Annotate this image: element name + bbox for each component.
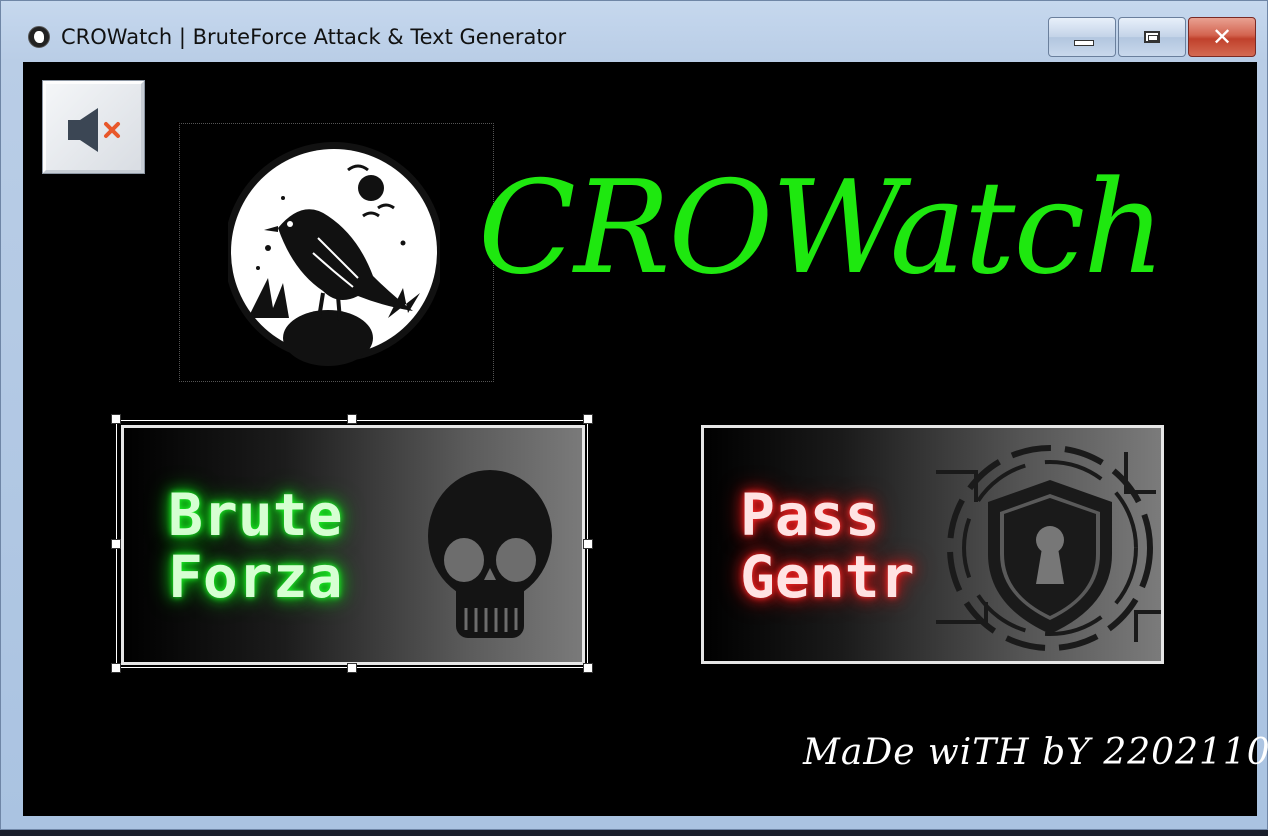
skull-icon [428,470,552,638]
minimize-icon [1074,40,1094,46]
resize-handle[interactable] [583,539,593,549]
logo-image [179,123,494,382]
resize-handle[interactable] [111,539,121,549]
mute-button[interactable] [42,80,145,174]
crow-moon-icon [228,142,440,366]
credit-text: MaDe wiTH bY 220211019 [803,732,1268,773]
resize-handle[interactable] [111,414,121,424]
resize-handle[interactable] [347,663,357,673]
app-window: CROWatch | BruteForce Attack & Text Gene… [0,0,1268,830]
resize-handle[interactable] [583,663,593,673]
resize-handle[interactable] [111,663,121,673]
brute-forza-button[interactable]: Brute Forza [121,425,585,665]
main-panel: CROWatch Brute Forza Pass Gentr MaDe wiT… [23,62,1268,816]
resize-handle[interactable] [583,414,593,424]
close-icon: ✕ [1211,23,1233,51]
title-bar[interactable]: CROWatch | BruteForce Attack & Text Gene… [1,1,1267,61]
maximize-icon [1144,31,1160,43]
pass-gentr-label: Pass Gentr [740,481,915,611]
speaker-muted-icon [68,108,120,152]
window-title: CROWatch | BruteForce Attack & Text Gene… [61,25,567,49]
shield-lock-icon [936,445,1161,651]
minimize-button[interactable] [1048,17,1116,57]
close-button[interactable]: ✕ [1188,17,1256,57]
resize-handle[interactable] [347,414,357,424]
maximize-button[interactable] [1118,17,1186,57]
pass-gentr-button[interactable]: Pass Gentr [701,425,1164,664]
app-icon [28,26,50,48]
app-brand-title: CROWatch [478,154,1166,303]
brute-forza-label: Brute Forza [168,481,343,611]
